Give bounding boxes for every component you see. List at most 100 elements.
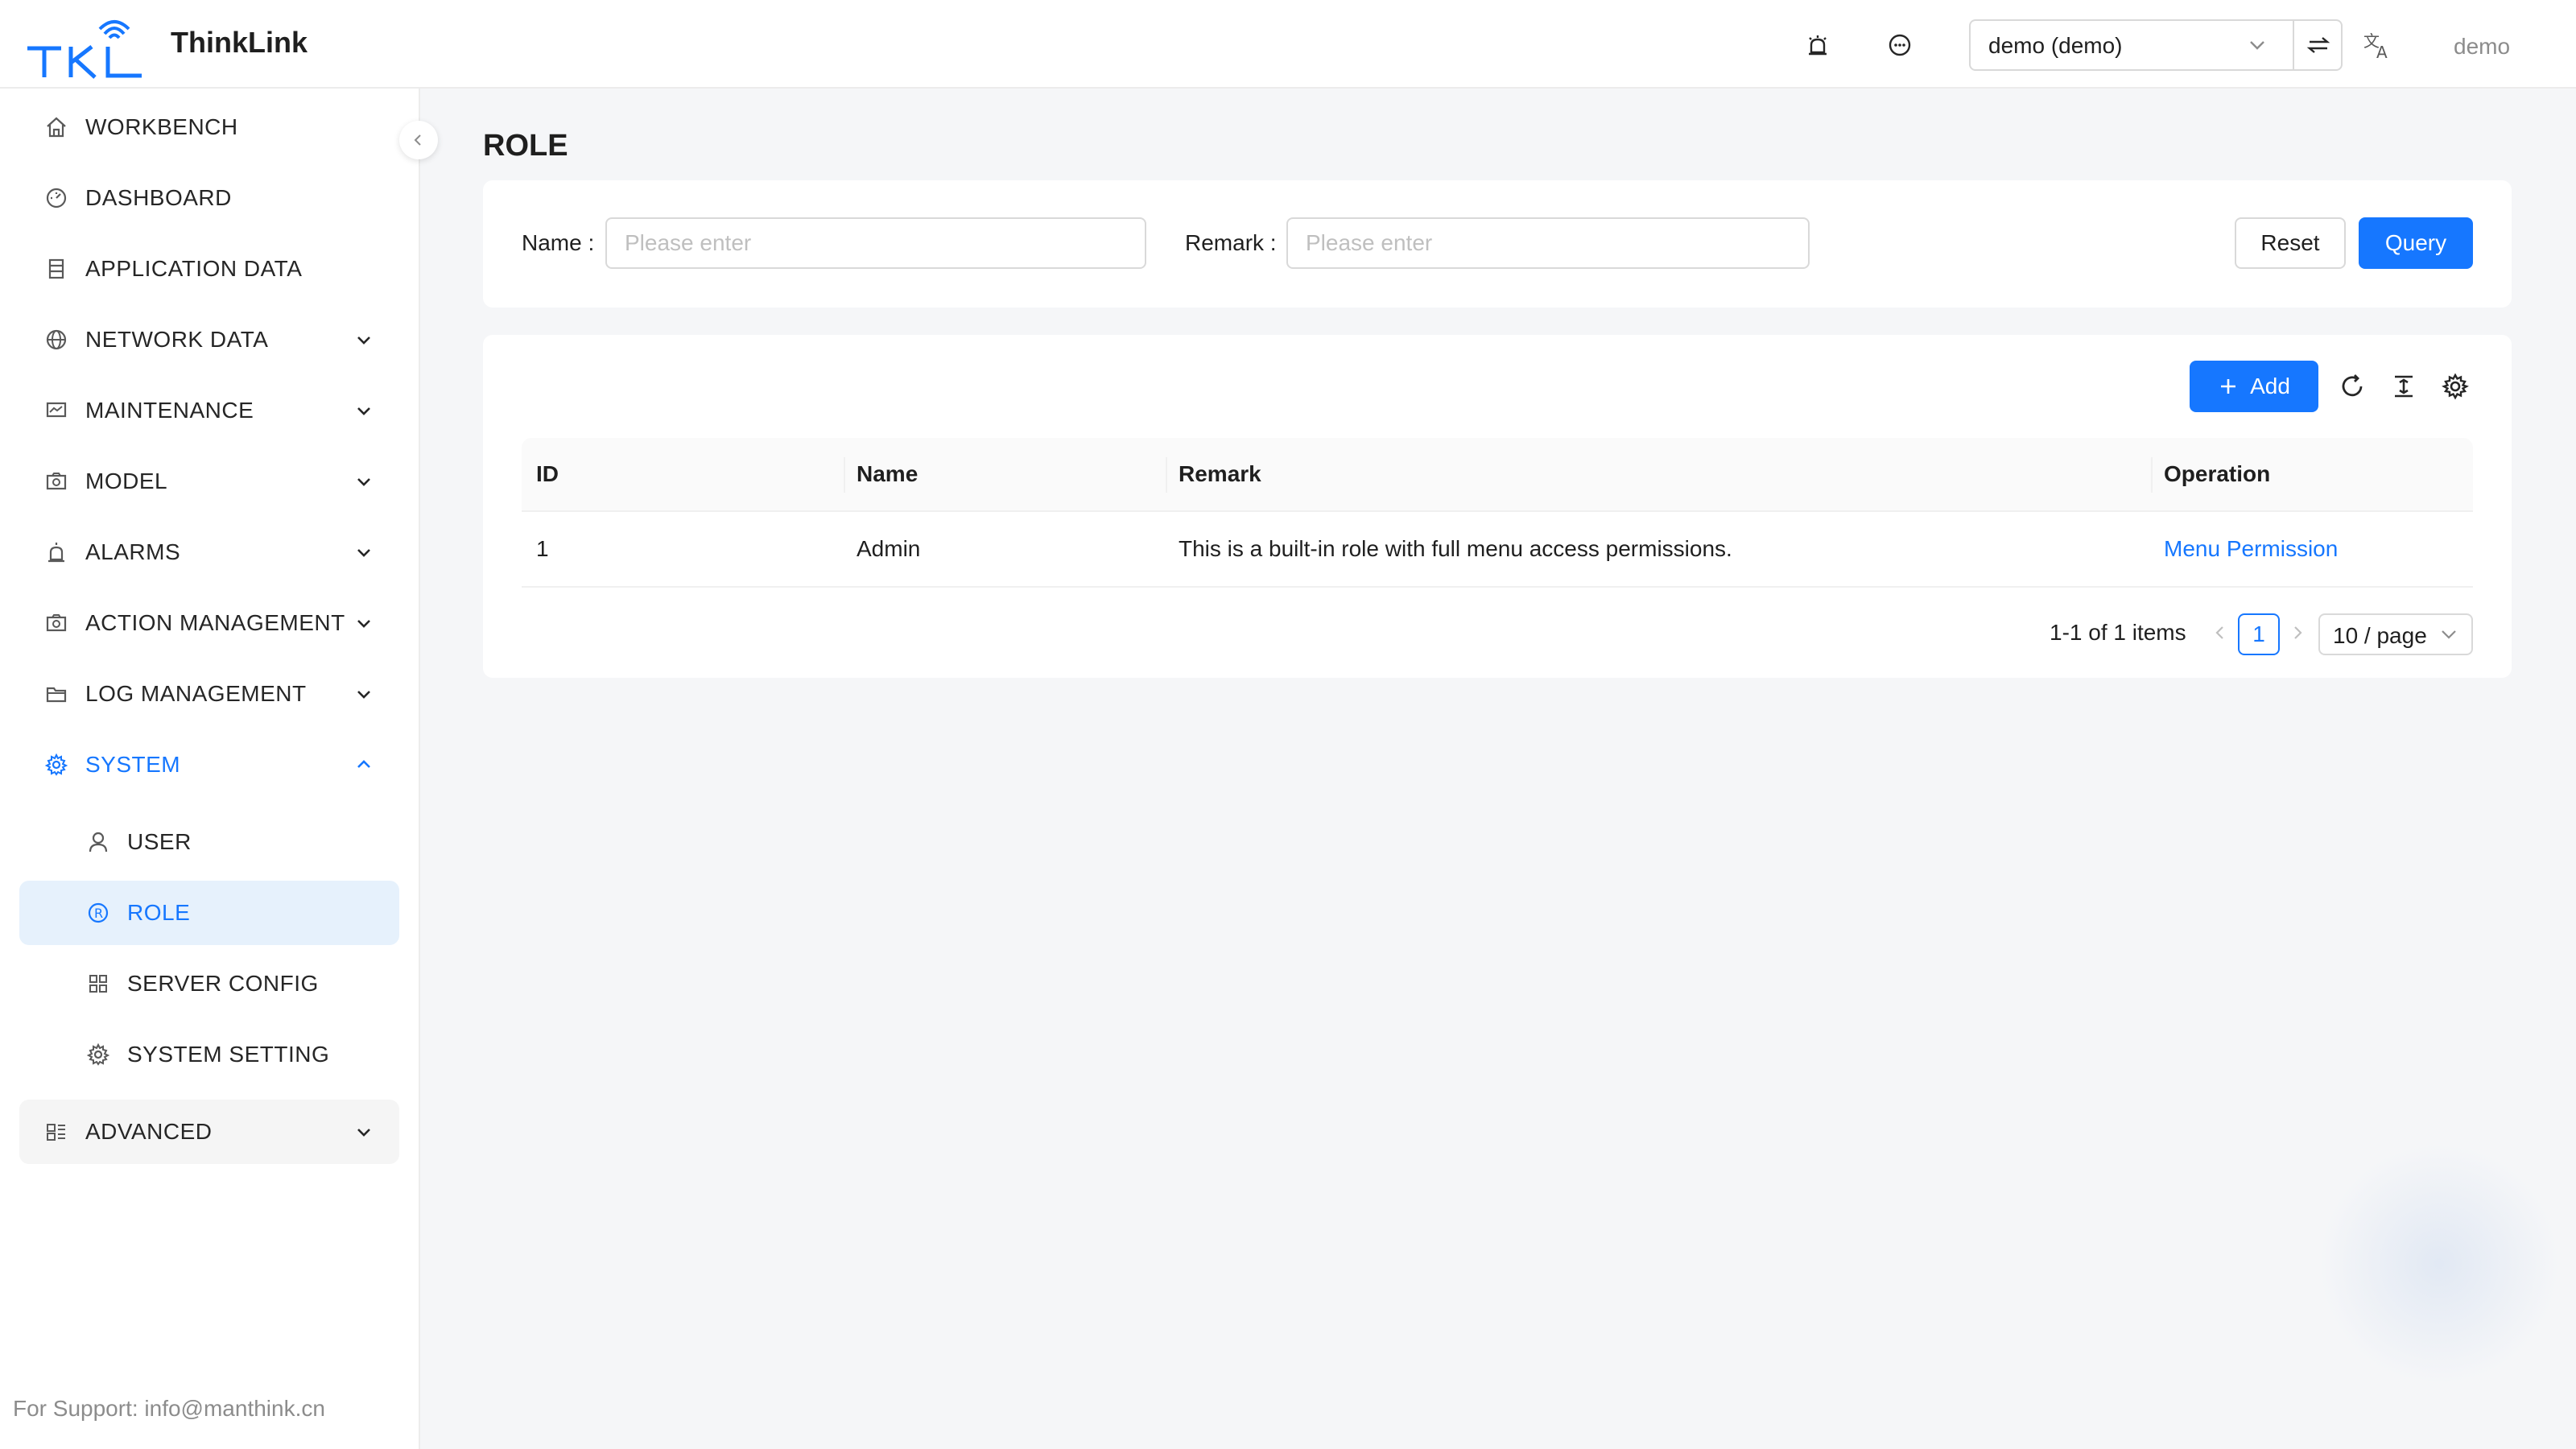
background-decoration — [2318, 1143, 2560, 1385]
sidebar-item-log-management[interactable]: LOG MANAGEMENT — [19, 662, 399, 726]
plus-icon — [2221, 379, 2236, 394]
column-separator — [844, 457, 845, 493]
svg-text:R: R — [94, 906, 103, 921]
monitor-icon — [42, 396, 71, 425]
message-icon[interactable] — [1884, 29, 1916, 61]
sidebar-item-action-management[interactable]: ACTION MANAGEMENT — [19, 591, 399, 655]
sidebar-item-server-config[interactable]: SERVER CONFIG — [19, 952, 399, 1016]
column-height-icon[interactable] — [2386, 369, 2421, 404]
chevron-down-icon — [353, 470, 375, 493]
alarm-icon — [42, 538, 71, 567]
sidebar-item-maintenance[interactable]: MAINTENANCE — [19, 378, 399, 443]
sidebar-item-label: NETWORK DATA — [85, 327, 269, 352]
table-card: Add ID Name Remark Operation 1 Admin Thi… — [483, 335, 2512, 678]
camera-icon — [42, 609, 71, 638]
sidebar-item-model[interactable]: MODEL — [19, 449, 399, 514]
collapse-sidebar-button[interactable] — [399, 121, 438, 159]
chevron-down-icon — [2439, 625, 2458, 648]
column-header-name: Name — [857, 461, 919, 486]
add-button[interactable]: Add — [2190, 361, 2318, 412]
sidebar-item-label: WORKBENCH — [85, 114, 238, 139]
select-divider — [2293, 21, 2294, 69]
database-icon — [42, 254, 71, 283]
column-header-id: ID — [536, 461, 559, 486]
chevron-down-icon — [353, 541, 375, 564]
name-input[interactable] — [605, 217, 1146, 269]
tenant-select[interactable]: demo (demo) — [1969, 19, 2343, 71]
remark-field[interactable] — [1288, 219, 1808, 267]
globe-icon — [42, 325, 71, 354]
table-row: 1 Admin This is a built-in role with ful… — [522, 512, 2473, 588]
grid-icon — [84, 969, 113, 998]
sidebar-item-label: SYSTEM SETTING — [127, 1042, 330, 1067]
dashboard-icon — [42, 184, 71, 213]
remark-input[interactable] — [1286, 217, 1810, 269]
sidebar-item-network-data[interactable]: NETWORK DATA — [19, 308, 399, 372]
chevron-down-icon — [353, 612, 375, 634]
page-number-button[interactable]: 1 — [2238, 613, 2280, 655]
sidebar-item-label: SERVER CONFIG — [127, 971, 319, 996]
table-header: ID Name Remark Operation — [522, 438, 2473, 512]
sidebar-item-user[interactable]: USER — [19, 810, 399, 874]
app-name: ThinkLink — [171, 26, 308, 59]
page-size-select[interactable]: 10 / page — [2318, 613, 2473, 655]
user-name[interactable]: demo — [2454, 34, 2510, 60]
translate-icon[interactable]: 文A — [2362, 29, 2394, 62]
chevron-down-icon — [353, 683, 375, 705]
swap-icon[interactable] — [2302, 32, 2334, 58]
sidebar-item-system[interactable]: SYSTEM — [19, 733, 399, 797]
sidebar-item-workbench[interactable]: WORKBENCH — [19, 95, 399, 159]
svg-text:A: A — [2376, 43, 2388, 61]
chevron-down-icon — [353, 1121, 375, 1143]
gear-icon — [84, 1040, 113, 1069]
user-icon — [84, 828, 113, 857]
reload-icon[interactable] — [2334, 369, 2370, 404]
sidebar-item-dashboard[interactable]: DASHBOARD — [19, 166, 399, 230]
role-icon: R — [84, 898, 113, 927]
sidebar-item-label: SYSTEM — [85, 752, 181, 777]
name-label: Name : — [522, 230, 595, 255]
remark-label: Remark : — [1185, 230, 1277, 255]
cell-name: Admin — [857, 536, 921, 561]
search-form: Name : Remark : Reset Query — [483, 180, 2512, 308]
reset-button[interactable]: Reset — [2235, 217, 2346, 269]
sidebar-item-system-setting[interactable]: SYSTEM SETTING — [19, 1022, 399, 1087]
home-icon — [42, 113, 71, 142]
name-field[interactable] — [607, 219, 1145, 267]
settings-icon[interactable] — [2438, 369, 2473, 404]
sidebar-item-label: LOG MANAGEMENT — [85, 681, 307, 706]
sidebar-item-label: USER — [127, 829, 192, 854]
page-size-value: 10 / page — [2333, 623, 2427, 648]
sidebar-item-label: ADVANCED — [85, 1119, 213, 1144]
sidebar-item-label: DASHBOARD — [85, 185, 232, 210]
column-separator — [2151, 457, 2153, 493]
chevron-down-icon — [2248, 35, 2267, 59]
alarm-bell-icon[interactable] — [1802, 29, 1834, 61]
sidebar-item-advanced[interactable]: ADVANCED — [19, 1100, 399, 1164]
sidebar-item-label: ACTION MANAGEMENT — [85, 610, 345, 635]
sidebar-item-label: MODEL — [85, 469, 168, 493]
query-button[interactable]: Query — [2359, 217, 2473, 269]
thinklink-logo[interactable] — [24, 11, 147, 79]
sidebar-item-label: APPLICATION DATA — [85, 256, 303, 281]
prev-page-icon[interactable] — [2209, 621, 2231, 644]
cell-id: 1 — [536, 536, 549, 561]
column-header-operation: Operation — [2164, 461, 2271, 486]
column-separator — [1166, 457, 1167, 493]
gear-icon — [42, 750, 71, 779]
camera-icon — [42, 467, 71, 496]
sidebar-item-alarms[interactable]: ALARMS — [19, 520, 399, 584]
menu-permission-link[interactable]: Menu Permission — [2164, 512, 2338, 586]
sidebar-item-label: ALARMS — [85, 539, 181, 564]
cell-remark: This is a built-in role with full menu a… — [1179, 536, 1732, 561]
apps-icon — [42, 1117, 71, 1146]
add-button-label: Add — [2250, 374, 2290, 398]
sidebar-item-role[interactable]: R ROLE — [19, 881, 399, 945]
sidebar-item-label: MAINTENANCE — [85, 398, 254, 423]
page-title: ROLE — [483, 129, 568, 163]
sidebar-item-application-data[interactable]: APPLICATION DATA — [19, 237, 399, 301]
column-header-remark: Remark — [1179, 461, 1261, 486]
next-page-icon[interactable] — [2286, 621, 2309, 644]
top-header: ThinkLink demo (demo) 文A demo — [0, 0, 2576, 89]
pagination-total: 1-1 of 1 items — [2050, 620, 2186, 645]
